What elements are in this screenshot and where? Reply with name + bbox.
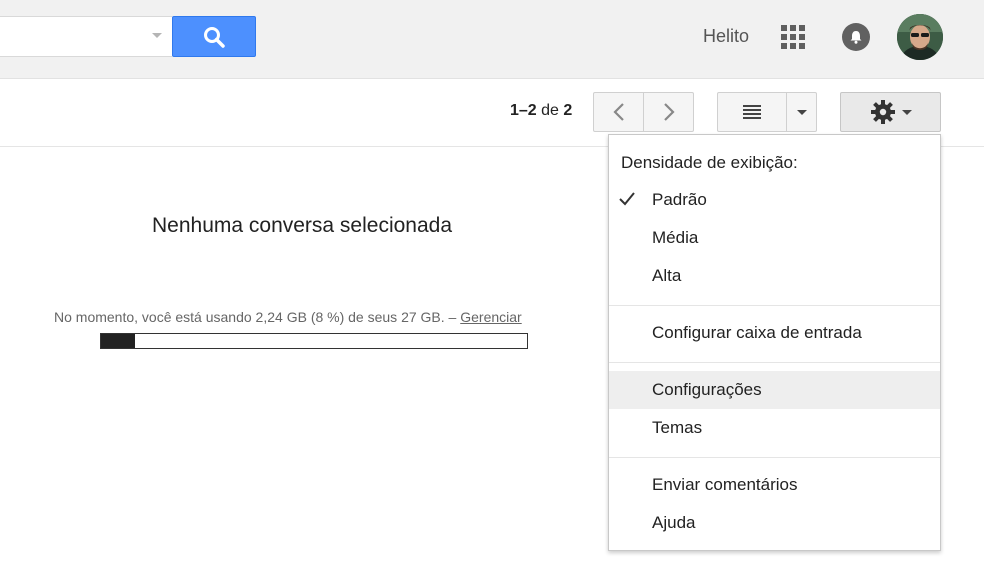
- menu-item-label: Média: [652, 228, 699, 247]
- density-header: Densidade de exibição:: [621, 153, 798, 172]
- gear-icon: [870, 100, 895, 124]
- menu-divider: [609, 305, 940, 306]
- pager-total: 2: [563, 102, 573, 119]
- menu-item-label: Enviar comentários: [652, 475, 798, 494]
- empty-state-message: Nenhuma conversa selecionada: [152, 214, 453, 237]
- menu-item-label: Configurações: [652, 380, 762, 399]
- menu-item-label: Ajuda: [652, 513, 696, 532]
- avatar[interactable]: [897, 14, 943, 60]
- reading-pane-button[interactable]: [717, 92, 787, 132]
- older-button[interactable]: [643, 92, 694, 132]
- chevron-down-icon: [901, 109, 912, 115]
- chevron-down-icon: [796, 109, 807, 115]
- list-lines-icon: [743, 105, 761, 119]
- menu-item-label: Configurar caixa de entrada: [652, 323, 862, 342]
- menu-item-send-feedback[interactable]: Enviar comentários: [609, 466, 940, 504]
- search-input[interactable]: [0, 16, 172, 57]
- checkmark-icon: [619, 192, 635, 206]
- pager-of: de: [541, 102, 559, 119]
- menu-item-label: Alta: [652, 266, 682, 285]
- search-button[interactable]: [172, 16, 256, 57]
- menu-item-density-default[interactable]: Padrão: [609, 181, 940, 219]
- menu-item-label: Temas: [652, 418, 703, 437]
- storage-usage-bar: [100, 333, 528, 349]
- storage-usage-fill: [101, 334, 136, 348]
- menu-item-label: Padrão: [652, 190, 707, 209]
- storage-usage-text: No momento, você está usando 2,24 GB (8 …: [54, 309, 522, 325]
- chevron-right-icon: [663, 103, 675, 121]
- menu-divider: [609, 362, 940, 363]
- newer-button[interactable]: [593, 92, 644, 132]
- user-photo: [897, 14, 943, 60]
- storage-usage-label: No momento, você está usando 2,24 GB (8 …: [54, 309, 457, 325]
- search-icon: [204, 26, 225, 48]
- pager-range: 1–2: [510, 102, 537, 119]
- notifications-button[interactable]: [842, 23, 870, 51]
- pager-count: 1–2 de 2: [510, 102, 572, 120]
- menu-item-density-medium[interactable]: Média: [609, 219, 940, 257]
- user-name[interactable]: Helito: [703, 26, 749, 47]
- search-options-caret-icon[interactable]: [152, 33, 162, 38]
- chevron-left-icon: [612, 103, 624, 121]
- manage-storage-link[interactable]: Gerenciar: [460, 309, 521, 325]
- settings-menu: Densidade de exibição: Padrão Média Alta…: [608, 134, 941, 551]
- menu-item-themes[interactable]: Temas: [609, 409, 940, 447]
- menu-item-density-high[interactable]: Alta: [609, 257, 940, 295]
- menu-item-settings[interactable]: Configurações: [609, 371, 940, 409]
- menu-item-help[interactable]: Ajuda: [609, 504, 940, 542]
- reading-pane-dropdown[interactable]: [786, 92, 817, 132]
- menu-item-configure-inbox[interactable]: Configurar caixa de entrada: [609, 314, 940, 352]
- menu-divider: [609, 457, 940, 458]
- apps-grid-icon[interactable]: [781, 25, 805, 49]
- bell-icon: [850, 31, 862, 44]
- settings-button[interactable]: [840, 92, 941, 132]
